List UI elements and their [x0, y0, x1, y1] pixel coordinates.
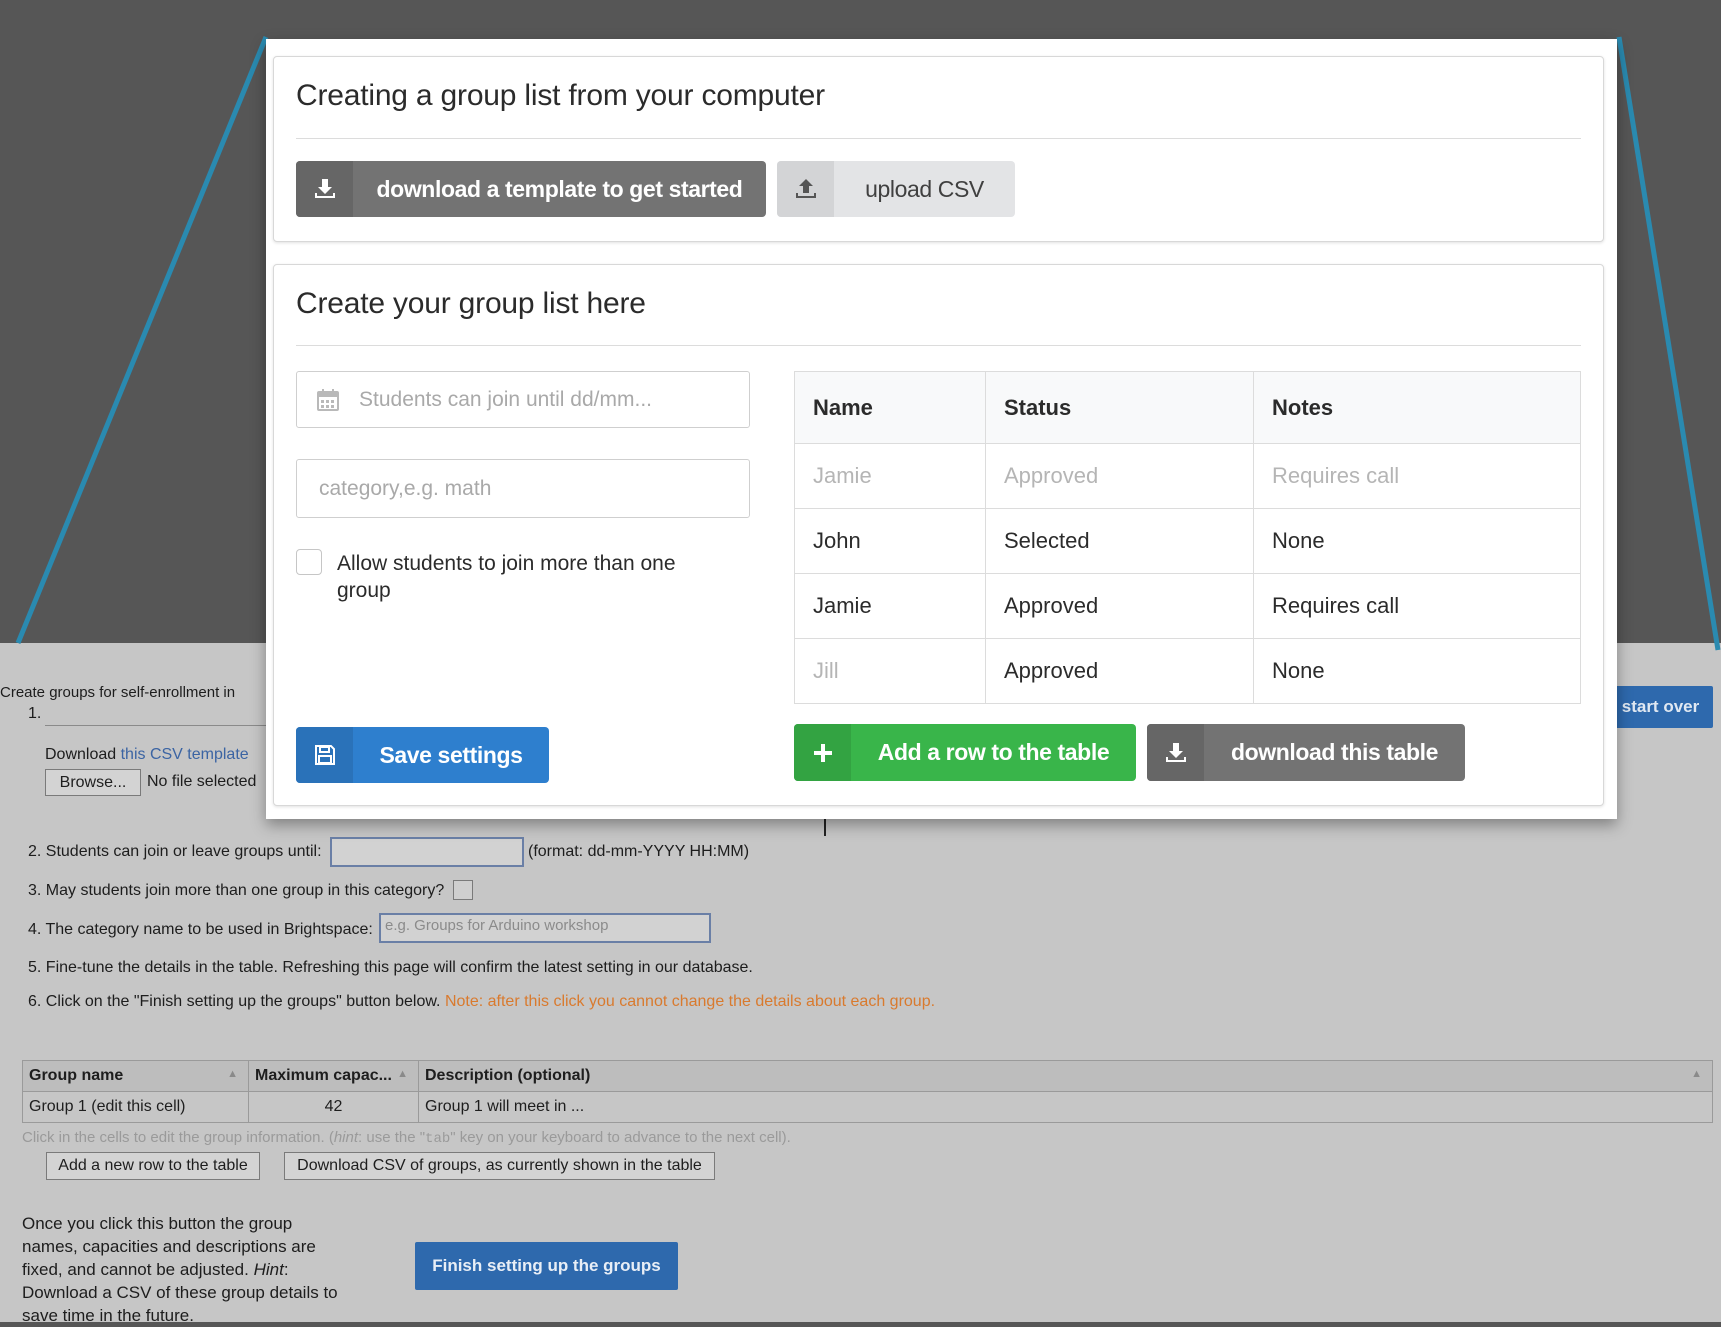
join-until-input[interactable]	[330, 837, 524, 867]
cell-group-name[interactable]: Group 1 (edit this cell)	[22, 1091, 249, 1123]
add-row-label: Add a row to the table	[877, 739, 1110, 765]
finish-warning-text: Once you click this button the group nam…	[22, 1214, 338, 1325]
new-design-modal: Creating a group list from your computer…	[266, 39, 1617, 819]
step2-format: (format: dd-mm-YYYY HH:MM)	[528, 843, 750, 860]
step3-label: 3. May students join more than one group…	[28, 882, 445, 899]
multi-group-checkbox[interactable]	[453, 880, 473, 900]
col-group-name[interactable]: Group name ▲	[22, 1060, 249, 1092]
download-template-button[interactable]: download a template to get started	[296, 161, 766, 217]
save-icon	[296, 727, 353, 783]
step1-number: 1.	[28, 705, 42, 722]
download-table-button[interactable]: download this table	[1147, 724, 1465, 781]
category-placeholder: category,e.g. math	[319, 476, 492, 500]
finish-setup-button[interactable]: Finish setting up the groups	[415, 1242, 678, 1290]
cell-name: Jill	[794, 638, 986, 704]
category-field[interactable]: category,e.g. math	[296, 459, 750, 518]
upload-section-card: Creating a group list from your computer…	[273, 56, 1604, 242]
cell-name: Jamie	[794, 443, 986, 509]
download-icon	[1147, 724, 1204, 781]
col-status[interactable]: Status	[985, 371, 1254, 444]
upload-csv-label: upload CSV	[865, 175, 984, 202]
cell-notes: None	[1253, 638, 1581, 704]
download-table-label: download this table	[1230, 739, 1439, 765]
upload-icon	[777, 161, 834, 217]
start-over-button[interactable]: start over	[1608, 686, 1713, 728]
plus-icon	[794, 724, 851, 781]
download-template-line: Download this CSV template	[45, 746, 249, 763]
table-row[interactable]: Jill Approved None	[794, 638, 1581, 704]
table-row[interactable]: Jamie Approved Requires call	[794, 443, 1581, 509]
upload-csv-button[interactable]: upload CSV	[777, 161, 1015, 217]
table-row[interactable]: Jamie Approved Requires call	[794, 573, 1581, 639]
add-row-button[interactable]: Add a row to the table	[794, 724, 1136, 781]
calendar-icon	[297, 388, 359, 411]
col-notes[interactable]: Notes	[1253, 371, 1581, 444]
divider	[296, 138, 1581, 139]
zoom-line-right	[1616, 36, 1721, 651]
groups-table: Group name ▲ Maximum capac... ▲ Descriptio…	[22, 1060, 1713, 1123]
step5-label: 5. Fine-tune the details in the table. R…	[28, 959, 753, 976]
date-placeholder: Students can join until dd/mm...	[359, 387, 652, 411]
download-template-label: download a template to get started	[376, 175, 743, 202]
cell-capacity[interactable]: 42	[248, 1091, 419, 1123]
col-name[interactable]: Name	[794, 371, 986, 444]
csv-template-link[interactable]: this CSV template	[121, 746, 249, 763]
allow-multiple-checkbox[interactable]	[296, 549, 322, 575]
step6-line: 6. Click on the "Finish setting up the g…	[28, 993, 936, 1010]
col-max-capacity[interactable]: Maximum capac... ▲	[248, 1060, 419, 1092]
col-description[interactable]: Description (optional) ▲	[418, 1060, 1713, 1092]
table-row: Group 1 (edit this cell) 42 Group 1 will…	[22, 1091, 1713, 1123]
cell-notes: Requires call	[1253, 443, 1581, 509]
edit-hint: Click in the cells to edit the group inf…	[22, 1129, 791, 1147]
save-settings-button[interactable]: Save settings	[296, 727, 549, 783]
group-list-table: Name Status Notes Jamie Approved Require…	[794, 371, 1581, 704]
step2-label: 2. Students can join or leave groups unt…	[28, 843, 322, 860]
download-icon	[296, 161, 353, 217]
zoom-line-left	[15, 36, 269, 644]
divider	[296, 345, 1581, 346]
intro-text: Create groups for self-enrollment in	[0, 684, 236, 701]
cell-status: Approved	[985, 573, 1254, 639]
no-file-label: No file selected	[147, 773, 257, 790]
cell-status: Selected	[985, 508, 1254, 574]
cell-status: Approved	[985, 443, 1254, 509]
table-row[interactable]: John Selected None	[794, 508, 1581, 574]
cell-notes: Requires call	[1253, 573, 1581, 639]
save-settings-label: Save settings	[379, 741, 523, 768]
cell-name: John	[794, 508, 986, 574]
browse-button[interactable]: Browse...	[45, 769, 141, 796]
category-name-input[interactable]: e.g. Groups for Arduino workshop	[379, 913, 711, 943]
cell-name: Jamie	[794, 573, 986, 639]
add-new-row-button[interactable]: Add a new row to the table	[46, 1152, 260, 1180]
download-csv-button[interactable]: Download CSV of groups, as currently sho…	[284, 1152, 715, 1180]
step6-note: Note: after this click you cannot change…	[444, 993, 936, 1010]
create-section-title: Create your group list here	[296, 287, 646, 320]
allow-multiple-label: Allow students to join more than one gro…	[337, 552, 676, 602]
cell-status: Approved	[985, 638, 1254, 704]
join-until-date-field[interactable]: Students can join until dd/mm...	[296, 371, 750, 428]
step1-underline	[45, 725, 275, 726]
cell-description[interactable]: Group 1 will meet in ...	[418, 1091, 1713, 1123]
text-cursor	[824, 818, 826, 836]
step4-label: 4. The category name to be used in Brigh…	[28, 921, 373, 938]
upload-section-title: Creating a group list from your computer	[296, 79, 825, 112]
cell-notes: None	[1253, 508, 1581, 574]
